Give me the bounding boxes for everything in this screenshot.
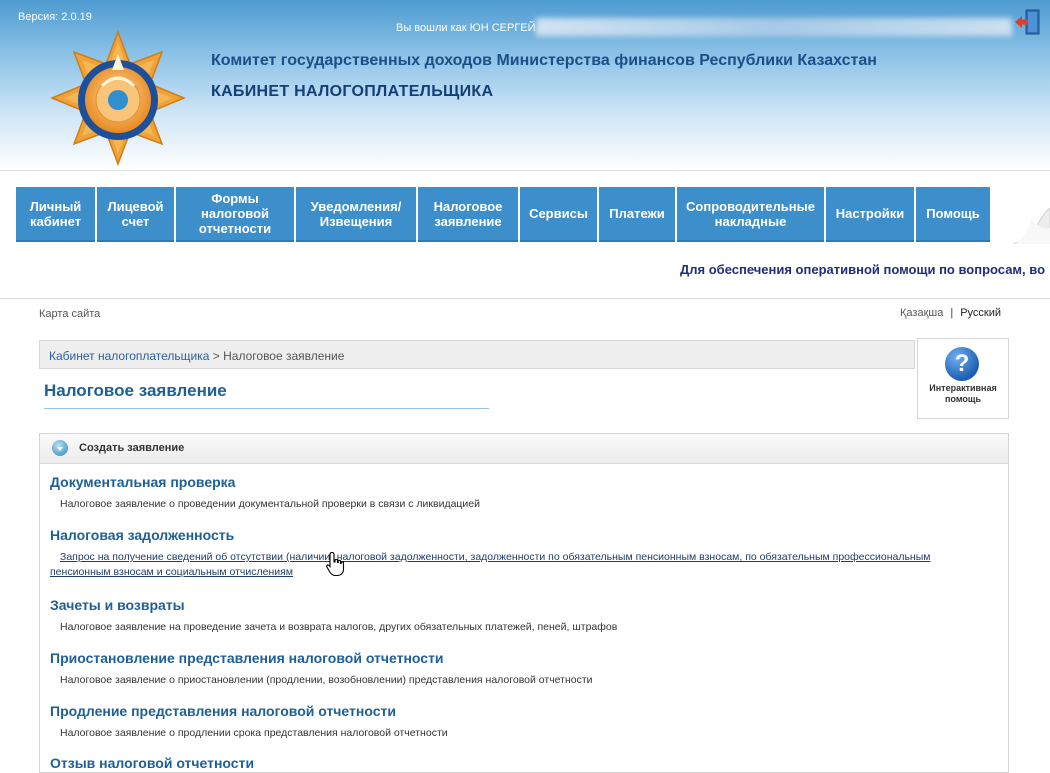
chevron-down-icon	[57, 447, 63, 451]
item-desc-offsets-refunds[interactable]: Налоговое заявление на проведение зачета…	[50, 620, 990, 635]
announcement-ticker[interactable]: Для обеспечения оперативной помощи по во…	[680, 262, 1045, 277]
item-title-extension[interactable]: Продление представления налоговой отчетн…	[50, 703, 990, 719]
exit-door-icon[interactable]	[1012, 8, 1042, 36]
panel-title: Создать заявление	[79, 442, 185, 454]
title-underline	[44, 408, 489, 409]
nav-services[interactable]: Сервисы	[520, 187, 597, 242]
create-application-panel: Создать заявление Документальная проверк…	[39, 433, 1009, 773]
list-item: Зачеты и возвраты Налоговое заявление на…	[50, 597, 990, 635]
cabinet-title: КАБИНЕТ НАЛОГОПЛАТЕЛЬЩИКА	[211, 83, 494, 100]
lang-separator: |	[950, 307, 954, 319]
nav-waybills[interactable]: Сопроводительные накладные	[677, 187, 824, 242]
announcement-band: Для обеспечения оперативной помощи по во…	[0, 244, 1050, 299]
list-item: Отзыв налоговой отчетности	[50, 755, 990, 771]
item-desc-tax-debt[interactable]: Запрос на получение сведений об отсутств…	[50, 550, 960, 580]
nav-settings[interactable]: Настройки	[826, 187, 914, 242]
page-curl-icon	[1013, 208, 1050, 244]
organization-title: Комитет государственных доходов Министер…	[211, 52, 877, 69]
list-item: Налоговая задолженность Запрос на получе…	[50, 527, 990, 580]
redacted-username	[536, 18, 1012, 36]
language-switcher: Қазақша | Русский	[900, 307, 1001, 319]
nav-personal-account[interactable]: Лицевой счет	[97, 187, 174, 242]
list-item: Продление представления налоговой отчетн…	[50, 703, 990, 741]
page-title: Налоговое заявление	[44, 381, 227, 400]
item-desc-suspension[interactable]: Налоговое заявление о приостановлении (п…	[50, 673, 990, 688]
item-desc-documentary-audit[interactable]: Налоговое заявление о проведении докумен…	[50, 497, 990, 512]
list-item: Документальная проверка Налоговое заявле…	[50, 474, 990, 512]
nav-personal-cabinet[interactable]: Личный кабинет	[16, 187, 95, 242]
help-label: Интерактивная помощь	[929, 383, 997, 404]
page-header: Версия: 2.0.19 Вы вошли как ЮН СЕРГЕЙ Ко…	[0, 0, 1050, 170]
nav-tax-application[interactable]: Налоговое заявление	[418, 187, 518, 242]
nav-notifications[interactable]: Уведомления/ Извещения	[296, 187, 416, 242]
item-title-suspension[interactable]: Приостановление представления налоговой …	[50, 650, 990, 666]
item-title-offsets-refunds[interactable]: Зачеты и возвраты	[50, 597, 990, 613]
item-title-tax-debt[interactable]: Налоговая задолженность	[50, 527, 990, 543]
item-title-documentary-audit[interactable]: Документальная проверка	[50, 474, 990, 490]
breadcrumb-root-link[interactable]: Кабинет налогоплательщика	[49, 349, 209, 363]
panel-header[interactable]: Создать заявление	[40, 434, 1008, 464]
breadcrumb: Кабинет налогоплательщика > Налоговое за…	[39, 340, 915, 369]
list-item: Приостановление представления налоговой …	[50, 650, 990, 688]
sitemap-link[interactable]: Карта сайта	[39, 308, 100, 320]
hand-pointer-icon	[326, 551, 345, 577]
item-title-report-withdrawal[interactable]: Отзыв налоговой отчетности	[50, 755, 990, 771]
nav-tax-report-forms[interactable]: Формы налоговой отчетности	[176, 187, 294, 242]
lang-russian-link[interactable]: Русский	[960, 307, 1001, 319]
interactive-help-button[interactable]: ? Интерактивная помощь	[917, 338, 1009, 419]
header-divider	[0, 170, 1050, 171]
nav-help[interactable]: Помощь	[916, 187, 990, 242]
question-mark-icon: ?	[945, 347, 979, 381]
state-revenue-emblem-icon	[50, 30, 186, 166]
breadcrumb-separator: >	[209, 349, 224, 363]
logged-in-label: Вы вошли как ЮН СЕРГЕЙ	[396, 22, 536, 34]
item-desc-extension[interactable]: Налоговое заявление о продлении срока пр…	[50, 726, 990, 741]
version-label: Версия: 2.0.19	[18, 11, 92, 23]
breadcrumb-current: Налоговое заявление	[223, 349, 345, 363]
lang-kazakh-link[interactable]: Қазақша	[900, 307, 943, 319]
main-navigation: Личный кабинет Лицевой счет Формы налого…	[16, 187, 992, 242]
nav-payments[interactable]: Платежи	[599, 187, 675, 242]
